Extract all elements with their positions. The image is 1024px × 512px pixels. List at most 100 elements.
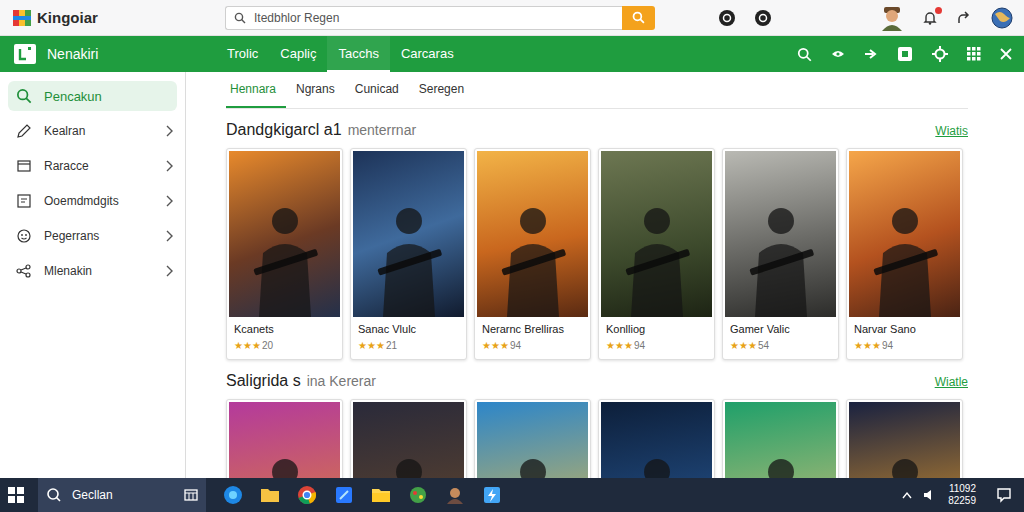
see-all-link[interactable]: Wiatis <box>935 124 968 138</box>
see-all-link[interactable]: Wiatle <box>935 375 968 389</box>
game-card[interactable] <box>226 399 343 478</box>
game-card[interactable]: Nerarnc Brelliras★★★94 <box>474 148 591 360</box>
windows-icon[interactable] <box>8 487 24 503</box>
section: Saligrida sina KererarWiatle <box>226 360 968 478</box>
soldier-icon <box>369 448 449 478</box>
search-field[interactable]: Itedbhlor Regen <box>225 6 622 30</box>
star-icon: ★ <box>730 340 739 351</box>
search-icon[interactable] <box>797 47 812 62</box>
nav-tab[interactable]: Carcaras <box>390 36 465 72</box>
rating-value: 21 <box>386 340 397 351</box>
avatar-icon[interactable] <box>880 5 904 31</box>
sidebar-item[interactable]: Mlenakin <box>8 256 177 286</box>
network-icon <box>16 263 32 279</box>
game-card[interactable] <box>598 399 715 478</box>
chevron-right-icon <box>165 195 173 207</box>
sub-tab[interactable]: Seregen <box>409 72 474 108</box>
folder-app-icon[interactable] <box>253 480 287 510</box>
search-button[interactable] <box>622 6 655 30</box>
top-bar: Kingoiar Itedbhlor Regen <box>0 0 1024 36</box>
character-app-icon[interactable] <box>438 480 472 510</box>
grid-icon[interactable] <box>967 47 981 61</box>
soldier-icon <box>369 197 449 317</box>
sidebar-item[interactable]: Pencakun <box>8 81 177 111</box>
notification-badge <box>935 7 942 14</box>
files-app-icon[interactable] <box>364 480 398 510</box>
game-art <box>601 402 712 478</box>
game-title: Nerarnc Brelliras <box>482 323 583 335</box>
nav-tab[interactable]: Capliç <box>269 36 327 72</box>
soldier-icon <box>741 197 821 317</box>
soldier-icon <box>245 448 325 478</box>
game-card[interactable] <box>474 399 591 478</box>
chevron-right-icon <box>165 230 173 242</box>
taskbar-search[interactable]: Gecllan <box>38 478 206 512</box>
edge-app-icon[interactable] <box>216 480 250 510</box>
sidebar-label: Pencakun <box>44 89 173 104</box>
game-card[interactable] <box>722 399 839 478</box>
clock[interactable]: 1109282259 <box>948 483 976 507</box>
game-card[interactable]: Gamer Valic★★★54 <box>722 148 839 360</box>
sidebar-item[interactable]: Ooemdmdgits <box>8 186 177 216</box>
star-icon: ★ <box>252 340 261 351</box>
rating: ★★★94 <box>606 340 707 351</box>
game-card[interactable]: Konlliog★★★94 <box>598 148 715 360</box>
globe-avatar-icon[interactable] <box>990 6 1014 30</box>
star-icon: ★ <box>376 340 385 351</box>
game-art <box>601 151 712 317</box>
game-card[interactable]: Kcanets★★★20 <box>226 148 343 360</box>
lightning-app-icon[interactable] <box>475 480 509 510</box>
nav-tab[interactable]: Tacchs <box>327 36 389 72</box>
game-art <box>229 151 340 317</box>
rating: ★★★20 <box>234 340 335 351</box>
game-card[interactable] <box>350 399 467 478</box>
star-icon: ★ <box>234 340 243 351</box>
chevron-up-icon[interactable] <box>902 491 912 499</box>
star-icon: ★ <box>748 340 757 351</box>
rating-value: 94 <box>634 340 645 351</box>
game-card[interactable] <box>846 399 963 478</box>
window-icon[interactable] <box>897 46 913 62</box>
game-title: Kcanets <box>234 323 335 335</box>
game-art <box>849 151 960 317</box>
record-icon[interactable] <box>754 9 772 27</box>
eye-icon[interactable] <box>831 49 845 59</box>
sub-tab[interactable]: Ngrans <box>286 72 345 108</box>
game-card[interactable]: Narvar Sano★★★94 <box>846 148 963 360</box>
notification-icon[interactable] <box>996 487 1012 503</box>
sidebar-item[interactable]: Pegerrans <box>8 221 177 251</box>
nav-tab[interactable]: Trolic <box>216 36 269 72</box>
star-icon: ★ <box>615 340 624 351</box>
soldier-icon <box>865 197 945 317</box>
star-icon: ★ <box>606 340 615 351</box>
app-name: Kingoiar <box>37 9 98 26</box>
task-view-icon[interactable] <box>184 488 198 502</box>
rating-value: 94 <box>510 340 521 351</box>
share-icon[interactable] <box>956 10 972 26</box>
rating: ★★★54 <box>730 340 831 351</box>
record-icon[interactable] <box>718 9 736 27</box>
search-icon <box>46 487 62 503</box>
game-art <box>725 402 836 478</box>
section-title: Saligrida s <box>226 372 301 390</box>
chrome-app-icon[interactable] <box>290 480 324 510</box>
sub-tab[interactable]: Hennara <box>226 72 286 108</box>
taskbar-search-text: Gecllan <box>72 488 113 502</box>
game-app-icon[interactable] <box>401 480 435 510</box>
sidebar-label: Kealran <box>44 124 153 138</box>
speaker-icon[interactable] <box>922 488 936 502</box>
face-icon <box>16 228 32 244</box>
sidebar-item[interactable]: Raracce <box>8 151 177 181</box>
store-app-icon[interactable] <box>327 480 361 510</box>
game-card[interactable]: Sanac Vlulc★★★21 <box>350 148 467 360</box>
sidebar-item[interactable]: Kealran <box>8 116 177 146</box>
game-art <box>353 402 464 478</box>
search-icon <box>16 88 32 104</box>
arrow-icon[interactable] <box>864 48 878 60</box>
close-icon[interactable] <box>1000 48 1012 60</box>
brand[interactable]: Kingoiar <box>12 8 225 28</box>
content: HennaraNgransCunicadSeregenDandgkigarcl … <box>186 72 1024 478</box>
clock-time: 11092 <box>949 483 976 495</box>
gear-icon[interactable] <box>932 46 948 62</box>
sub-tab[interactable]: Cunicad <box>345 72 409 108</box>
